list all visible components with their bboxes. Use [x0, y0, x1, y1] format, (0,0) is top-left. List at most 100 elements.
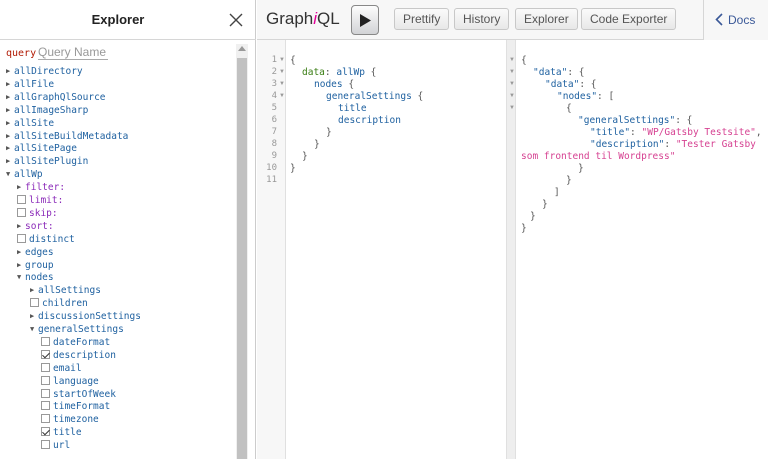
fold-arrow-icon[interactable]: ▼ — [279, 57, 285, 63]
tree-item-edges[interactable]: ▶ edges — [17, 246, 54, 259]
scroll-up-arrow-icon[interactable] — [238, 46, 246, 51]
tree-item-time-format[interactable]: timeFormat — [41, 400, 110, 413]
prettify-button[interactable]: Prettify — [394, 8, 450, 30]
tree-item-nodes[interactable]: ▼ nodes — [17, 271, 54, 284]
tree-item-all-site-plugin[interactable]: ▶ allSitePlugin — [6, 155, 88, 168]
editor-result-divider[interactable]: ▼ ▼ ▼ ▼ ▼ — [506, 40, 516, 459]
result-line: "nodes": [ — [557, 91, 614, 102]
tree-item-all-site[interactable]: ▶ allSite — [6, 117, 54, 130]
caret-down-icon[interactable]: ▼ — [6, 168, 14, 181]
checkbox-icon[interactable] — [41, 440, 50, 450]
checkbox-icon[interactable] — [17, 233, 26, 243]
checkbox-icon[interactable] — [17, 207, 26, 217]
tree-item-url[interactable]: url — [41, 439, 70, 452]
checkbox-icon[interactable] — [41, 375, 50, 385]
caret-right-icon[interactable]: ▶ — [17, 181, 25, 194]
tree-item-label: language — [53, 375, 99, 387]
tree-item-title[interactable]: title — [41, 426, 82, 439]
history-button[interactable]: History — [454, 8, 510, 30]
checkbox-icon[interactable] — [41, 336, 50, 346]
tree-item-label: limit: — [29, 195, 64, 206]
tree-item-sort[interactable]: ▶ sort: — [17, 220, 54, 233]
code-exporter-button[interactable]: Code Exporter — [581, 8, 677, 30]
caret-right-icon[interactable]: ▶ — [6, 78, 14, 91]
tree-item-all-image-sharp[interactable]: ▶ allImageSharp — [6, 104, 88, 117]
alias: data — [302, 67, 325, 78]
tree-item-group[interactable]: ▶ group — [17, 259, 54, 272]
tree-item-timezone[interactable]: timezone — [41, 413, 99, 426]
checkbox-icon[interactable] — [41, 388, 50, 398]
fold-arrow-icon[interactable]: ▼ — [279, 81, 285, 87]
brace: } — [542, 199, 548, 210]
fold-arrow-icon[interactable]: ▼ — [279, 93, 285, 99]
json-key: "data" — [533, 67, 568, 78]
tree-item-start-of-week[interactable]: startOfWeek — [41, 388, 116, 401]
caret-right-icon[interactable]: ▶ — [30, 310, 38, 323]
checked-checkbox-icon[interactable] — [41, 427, 50, 437]
query-name-input[interactable] — [38, 45, 108, 60]
tree-item-label: children — [42, 298, 88, 310]
tree-item-all-wp[interactable]: ▼ allWp — [6, 168, 43, 181]
run-button[interactable] — [351, 5, 379, 35]
tree-item-limit[interactable]: limit: — [17, 194, 63, 207]
explorer-panel: Explorer query ▶allDirectory▶allFile▶all… — [0, 0, 256, 459]
caret-right-icon[interactable]: ▶ — [6, 142, 14, 155]
scrollbar-thumb[interactable] — [237, 58, 247, 459]
caret-right-icon[interactable]: ▶ — [6, 104, 14, 117]
tree-item-filter[interactable]: ▶ filter: — [17, 181, 65, 194]
close-icon[interactable] — [227, 11, 245, 29]
caret-right-icon[interactable]: ▶ — [6, 130, 14, 143]
fold-arrow-icon[interactable]: ▼ — [509, 69, 515, 75]
checkbox-icon[interactable] — [41, 362, 50, 372]
tree-item-all-file[interactable]: ▶ allFile — [6, 78, 54, 91]
tree-item-all-site-build-metadata[interactable]: ▶ allSiteBuildMetadata — [6, 130, 128, 143]
tree-item-skip[interactable]: skip: — [17, 207, 58, 220]
fold-arrow-icon[interactable]: ▼ — [509, 81, 515, 87]
fold-arrow-icon[interactable]: ▼ — [509, 105, 515, 111]
caret-right-icon[interactable]: ▶ — [6, 65, 14, 78]
tree-item-description[interactable]: description — [41, 349, 116, 362]
docs-button[interactable]: Docs — [703, 0, 768, 40]
tree-item-all-graph-ql-source[interactable]: ▶ allGraphQlSource — [6, 91, 106, 104]
checked-checkbox-icon[interactable] — [41, 349, 50, 359]
checkbox-icon[interactable] — [17, 195, 26, 204]
line-number: 11 — [266, 175, 277, 185]
caret-right-icon[interactable]: ▶ — [17, 220, 25, 233]
brace: { — [290, 55, 296, 66]
tree-item-email[interactable]: email — [41, 362, 82, 375]
tree-item-discussion-settings[interactable]: ▶ discussionSettings — [30, 310, 141, 323]
brace: } — [314, 139, 320, 150]
explorer-scrollbar[interactable] — [236, 44, 248, 459]
tree-item-all-site-page[interactable]: ▶ allSitePage — [6, 142, 77, 155]
chevron-left-icon — [715, 13, 723, 26]
explorer-button[interactable]: Explorer — [515, 8, 578, 30]
checkbox-icon[interactable] — [41, 401, 50, 411]
fold-arrow-icon[interactable]: ▼ — [509, 93, 515, 99]
caret-down-icon[interactable]: ▼ — [17, 271, 25, 284]
checkbox-icon[interactable] — [41, 414, 50, 424]
field: allWp — [336, 67, 365, 78]
brace: } — [290, 163, 296, 174]
caret-right-icon[interactable]: ▶ — [17, 246, 25, 259]
json-key: "nodes" — [557, 91, 598, 102]
tree-item-general-settings[interactable]: ▼ generalSettings — [30, 323, 124, 336]
fold-arrow-icon[interactable]: ▼ — [509, 57, 515, 63]
checkbox-icon[interactable] — [30, 298, 39, 308]
tree-item-label: edges — [25, 246, 54, 258]
tree-item-all-settings[interactable]: ▶ allSettings — [30, 284, 101, 297]
caret-right-icon[interactable]: ▶ — [6, 91, 14, 104]
tree-item-date-format[interactable]: dateFormat — [41, 336, 110, 349]
caret-right-icon[interactable]: ▶ — [6, 155, 14, 168]
fold-arrow-icon[interactable]: ▼ — [279, 69, 285, 75]
tree-item-label: nodes — [25, 272, 54, 284]
caret-down-icon[interactable]: ▼ — [30, 323, 38, 336]
tree-item-language[interactable]: language — [41, 375, 99, 388]
caret-right-icon[interactable]: ▶ — [6, 117, 14, 130]
caret-right-icon[interactable]: ▶ — [17, 259, 25, 272]
tree-item-all-directory[interactable]: ▶ allDirectory — [6, 65, 83, 78]
json-key: "title" — [590, 127, 631, 138]
caret-right-icon[interactable]: ▶ — [30, 284, 38, 297]
tree-item-children[interactable]: children — [30, 297, 88, 310]
query-editor[interactable]: 1 2 3 4 5 6 7 8 9 10 11 ▼ ▼ ▼ ▼ { data: … — [257, 40, 506, 459]
tree-item-distinct[interactable]: distinct — [17, 233, 75, 246]
